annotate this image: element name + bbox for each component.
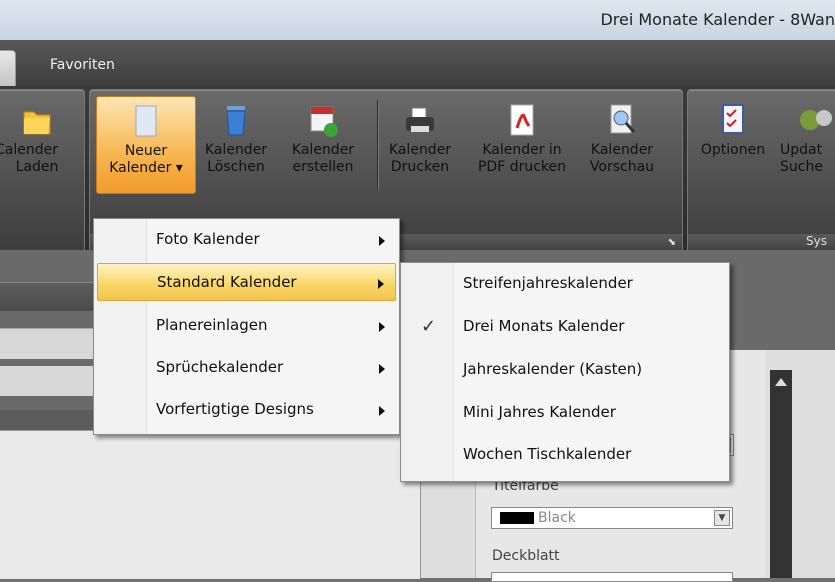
new-calendar-label-2: Kalender ▾: [109, 160, 183, 176]
print-calendar-label-2: Drucken: [390, 159, 450, 175]
dialog-launcher-icon[interactable]: ⬊: [668, 237, 676, 248]
cover-label: Deckblatt: [492, 548, 560, 564]
new-calendar-button[interactable]: Neuer Kalender ▾: [96, 96, 196, 194]
load-calendar-button[interactable]: Calender Laden: [0, 96, 73, 192]
delete-calendar-label-2: Löschen: [207, 159, 265, 175]
submenu-arrow-icon: [379, 322, 385, 332]
title-color-dropdown[interactable]: Black ▼: [491, 507, 733, 529]
update-label-1: Updat: [780, 142, 823, 158]
update-label-2: Suche: [780, 159, 823, 175]
ribbon-separator: [377, 100, 378, 190]
load-calendar-label-2: Laden: [15, 159, 59, 175]
title-bar: Drei Monate Kalender - 8Wan: [0, 0, 835, 40]
delete-calendar-label-1: Kalender: [204, 142, 268, 158]
recycle-bin-icon: [219, 102, 253, 138]
menu-item-label: Foto Kalender: [156, 230, 260, 248]
title-color-value: Black: [538, 510, 576, 526]
create-calendar-label-2: erstellen: [292, 159, 354, 175]
submenu-item-label: Wochen Tischkalender: [463, 445, 632, 463]
create-calendar-button[interactable]: Kalender erstellen: [285, 96, 361, 192]
scroll-up-icon[interactable]: [775, 378, 787, 386]
update-search-button[interactable]: Updat Suche: [780, 96, 835, 192]
ribbon-group-system: Optionen Updat Suche Sys: [687, 89, 835, 253]
pdf-print-label-2: PDF drucken: [477, 159, 567, 175]
preview-calendar-button[interactable]: Kalender Vorschau: [582, 96, 662, 192]
submenu-arrow-icon: [379, 406, 385, 416]
calendar-add-icon: [306, 102, 340, 138]
group-label-system-text: Sys: [806, 234, 827, 248]
ribbon-tab-strip: Favoriten: [0, 40, 835, 88]
submenu-item-label: Mini Jahres Kalender: [463, 403, 616, 421]
tab-active[interactable]: [0, 50, 16, 88]
menu-item-label: Sprüchekalender: [156, 358, 284, 376]
menu-item-label: Vorfertigtige Designs: [156, 400, 314, 418]
magnifier-icon: [605, 102, 639, 138]
create-calendar-label-1: Kalender: [291, 142, 355, 158]
menu-item-spruechekalender[interactable]: Sprüchekalender: [94, 349, 399, 387]
printer-icon: [403, 102, 437, 138]
pdf-print-button[interactable]: Kalender in PDF drucken: [468, 96, 576, 192]
preview-calendar-label-2: Vorschau: [589, 159, 655, 175]
folder-icon: [20, 102, 54, 138]
menu-item-label: Planereinlagen: [156, 316, 268, 334]
cover-dropdown[interactable]: [491, 572, 733, 582]
submenu-item-jahreskalender-kasten[interactable]: Jahreskalender (Kasten): [401, 351, 729, 389]
tab-favorites[interactable]: Favoriten: [50, 57, 115, 73]
submenu-item-label: Jahreskalender (Kasten): [463, 360, 643, 378]
checklist-icon: [716, 102, 750, 138]
submenu-arrow-icon: [379, 364, 385, 374]
window-title: Drei Monate Kalender - 8Wan: [600, 10, 835, 29]
options-button[interactable]: Optionen: [692, 96, 774, 192]
color-swatch: [500, 512, 534, 524]
menu-item-standard-kalender[interactable]: Standard Kalender: [97, 263, 396, 301]
blank-page-icon: [129, 103, 163, 139]
checkmark-icon: ✓: [421, 316, 437, 337]
pdf-icon: [505, 102, 539, 138]
delete-calendar-button[interactable]: Kalender Löschen: [200, 96, 272, 192]
print-calendar-label-1: Kalender: [388, 142, 452, 158]
new-calendar-label-1: Neuer: [124, 143, 168, 159]
new-calendar-menu: Foto Kalender Standard Kalender Planerei…: [93, 218, 400, 435]
menu-item-planereinlagen[interactable]: Planereinlagen: [94, 307, 399, 345]
group-label-system: Sys: [688, 234, 835, 250]
submenu-item-label: Streifenjahreskalender: [463, 274, 633, 292]
submenu-item-drei-monats-kalender[interactable]: ✓ Drei Monats Kalender: [401, 308, 729, 346]
menu-item-vorfertigtige-designs[interactable]: Vorfertigtige Designs: [94, 391, 399, 429]
submenu-arrow-icon: [379, 236, 385, 246]
preview-pane: [0, 430, 420, 579]
preview-calendar-label-1: Kalender: [590, 142, 654, 158]
submenu-item-label: Drei Monats Kalender: [463, 317, 625, 335]
menu-item-foto-kalender[interactable]: Foto Kalender: [94, 221, 399, 259]
menu-item-label: Standard Kalender: [157, 273, 297, 291]
options-label: Optionen: [700, 142, 766, 158]
submenu-arrow-icon: [378, 279, 384, 289]
submenu-item-wochen-tischkalender[interactable]: Wochen Tischkalender: [401, 436, 729, 474]
submenu-item-mini-jahres-kalender[interactable]: Mini Jahres Kalender: [401, 394, 729, 432]
update-icon: [798, 102, 832, 138]
pdf-print-label-1: Kalender in: [482, 142, 562, 158]
chevron-down-icon[interactable]: ▼: [714, 510, 730, 526]
load-calendar-label-1: Calender: [0, 142, 58, 158]
print-calendar-button[interactable]: Kalender Drucken: [382, 96, 458, 192]
vertical-scrollbar[interactable]: [770, 370, 792, 578]
standard-kalender-submenu: Streifenjahreskalender ✓ Drei Monats Kal…: [400, 262, 730, 482]
submenu-item-streifenjahreskalender[interactable]: Streifenjahreskalender: [401, 265, 729, 303]
ribbon-group-file: Calender Laden: [0, 89, 85, 253]
